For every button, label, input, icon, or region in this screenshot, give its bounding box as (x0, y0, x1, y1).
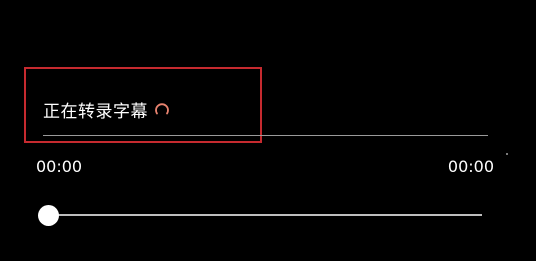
decorative-dot (506, 153, 508, 155)
current-time: 00:00 (36, 157, 83, 176)
progress-track[interactable] (48, 214, 482, 216)
progress-thumb[interactable] (38, 205, 59, 226)
transcription-status-text: 正在转录字幕 (43, 101, 148, 122)
spinner-icon (155, 103, 169, 115)
total-time: 00:00 (447, 157, 494, 176)
subtitle-divider (43, 135, 488, 136)
transcription-status: 正在转录字幕 (43, 98, 170, 122)
